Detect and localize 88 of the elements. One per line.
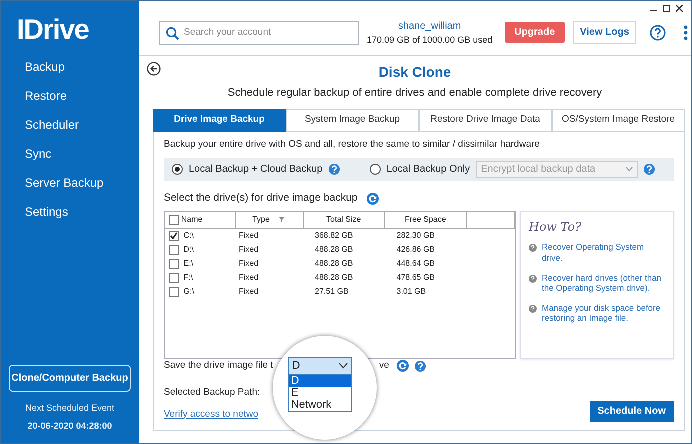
help-icon [328,164,340,175]
table-cell: Fixed [239,259,259,268]
column-header: Free Space [404,215,446,224]
checkmark-icon [170,232,178,240]
radio-label: Local Backup + Cloud Backup [189,162,323,177]
table-cell: 478.65 GB [396,273,435,282]
maximize-icon [663,5,670,12]
table-cell: 426.86 GB [396,245,435,254]
view-logs-button[interactable]: View Logs [573,21,636,44]
schedule-now-button[interactable]: Schedule Now [590,401,674,422]
save-label: Save the drive image file t [164,359,274,374]
radio-button[interactable] [172,164,183,175]
dropdown-option[interactable]: D [289,375,352,388]
dropdown-option[interactable]: E [289,387,352,400]
help-link[interactable]: Recover Operating System drive. [542,242,665,264]
checkbox[interactable] [169,273,179,284]
tab[interactable]: OS/System Image Restore [552,109,685,132]
checkbox[interactable] [169,231,179,242]
table-cell: 3.01 GB [396,287,426,296]
clone-computer-backup-button[interactable]: Clone/Computer Backup [9,365,131,392]
tab[interactable]: Drive Image Backup [153,109,286,132]
help-icon[interactable] [650,24,666,41]
help-icon [415,360,426,372]
filter-icon [279,217,286,224]
dropdown-option[interactable]: Network [289,399,352,412]
sidebar-item[interactable]: Scheduler [25,110,139,140]
checkbox[interactable] [169,259,179,270]
column-header: Name [181,214,203,226]
tab[interactable]: System Image Backup [286,109,419,132]
next-event-time: 20-06-2020 04:28:00 [26,420,114,433]
username[interactable]: shane_william [367,20,493,34]
how-to-title: How To? [529,219,583,236]
help-link[interactable]: Recover hard drives (other than the Operating System drive). [542,272,665,294]
column-header: Total Size [326,215,362,224]
table-cell: 488.28 GB [315,245,354,254]
sidebar-item[interactable]: Sync [25,140,139,169]
chevron-down-icon [339,363,348,370]
page-subtitle: Schedule regular backup of entire drives and enable complete drive recovery [228,86,602,101]
table-cell: 488.28 GB [315,259,354,268]
checkbox[interactable] [169,215,179,226]
dropdown-select[interactable]: D [288,357,352,376]
drives-label: Select the drive(s) for drive image backup [164,190,358,206]
page-title: Disk Clone [378,62,452,82]
sidebar-item[interactable]: Server Backup [25,168,139,198]
help-icon [644,164,656,175]
upgrade-button[interactable]: Upgrade [504,22,566,44]
table-cell: C:\ [184,230,194,242]
column-header: Type [252,214,270,226]
logo: IDrive [17,13,89,47]
table-cell: 27.51 GB [315,287,349,296]
description-text: Backup your entire drive with OS and all, restore the same to similar / dissimilar hardware [164,138,541,152]
sidebar-item[interactable]: Backup [25,52,139,82]
help-icon [529,244,537,252]
save-label: ve [379,359,390,374]
selected-path-label: Selected Backup Path: [164,386,260,400]
table-cell: 488.28 GB [315,273,354,282]
tab[interactable]: Restore Drive Image Data [419,109,552,132]
table-cell: D:\ [184,244,194,256]
table-cell: Fixed [239,231,259,240]
help-icon [529,304,537,313]
radio-label: Local Backup Only [386,162,470,177]
table-cell: Fixed [239,287,259,296]
search-field[interactable]: Search your account [159,20,359,45]
table-cell: 282.30 GB [396,231,435,240]
radio-button[interactable] [370,164,381,175]
chevron-down-icon [626,166,634,172]
checkbox[interactable] [169,287,179,298]
storage-usage: 170.09 GB of 1000.00 GB used [367,34,493,46]
table-cell: G:\ [184,286,194,298]
next-event-label: Next Scheduled Event [24,402,116,415]
verify-link[interactable]: Verify access to netwo [164,408,260,422]
table-cell: 448.64 GB [396,259,435,268]
refresh-icon [397,360,410,372]
sidebar-item[interactable]: Restore [25,82,139,111]
checkbox[interactable] [169,245,179,256]
help-link[interactable]: Manage your disk space before restoring an Image file. [542,302,665,324]
table-cell: E:\ [184,258,194,270]
help-icon [529,274,537,282]
refresh-icon [367,192,380,205]
encrypt-select: Encrypt local backup data [476,160,638,178]
table-cell: Fixed [239,273,259,282]
table-cell: 368.82 GB [315,231,354,240]
back-icon[interactable] [147,62,161,76]
more-menu-icon[interactable] [684,24,688,41]
sidebar-item[interactable]: Settings [25,198,139,227]
table-cell: Fixed [239,245,259,254]
close-icon [676,5,683,12]
table-cell: F:\ [184,272,194,284]
